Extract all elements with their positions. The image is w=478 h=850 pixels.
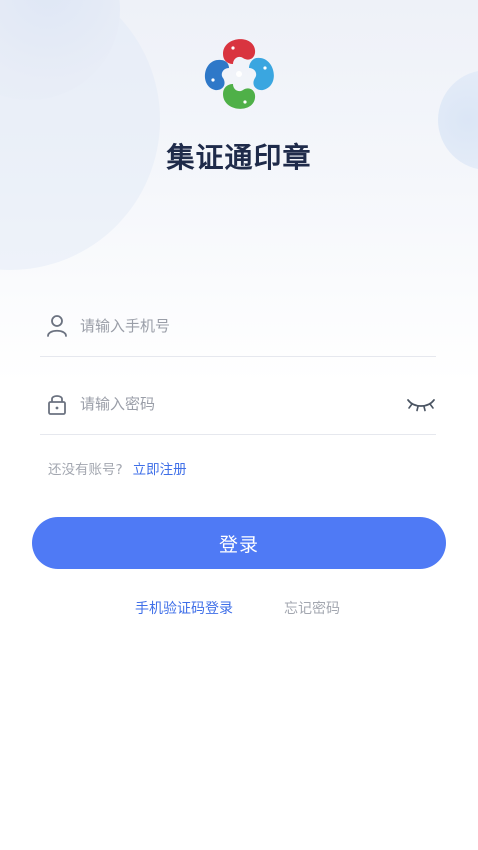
password-field[interactable] (40, 378, 436, 435)
lock-icon (46, 392, 68, 416)
register-row: 还没有账号? 立即注册 (48, 458, 187, 478)
forgot-password-link[interactable]: 忘记密码 (284, 598, 340, 618)
password-input[interactable] (80, 390, 380, 418)
register-question: 还没有账号? (48, 462, 123, 478)
phone-input[interactable] (80, 312, 380, 340)
phone-field[interactable] (40, 300, 436, 357)
login-button[interactable]: 登录 (32, 517, 446, 569)
user-icon (46, 314, 68, 338)
eye-closed-icon[interactable] (406, 394, 436, 414)
app-title: 集证通印章 (166, 141, 312, 174)
app-logo (193, 28, 285, 120)
sms-login-link[interactable]: 手机验证码登录 (135, 598, 233, 618)
register-link[interactable]: 立即注册 (133, 462, 187, 478)
